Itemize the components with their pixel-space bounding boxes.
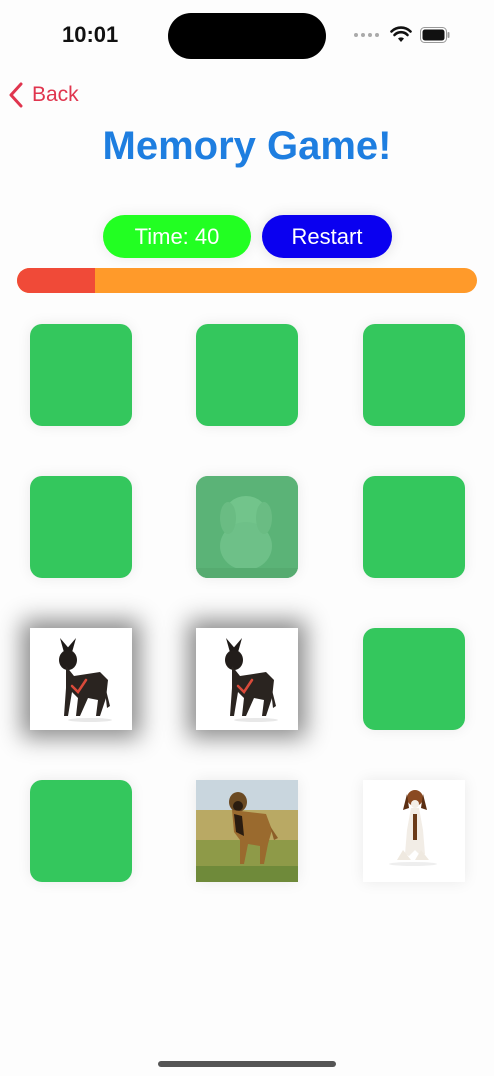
memory-card[interactable] xyxy=(196,476,298,578)
memory-card[interactable] xyxy=(196,780,298,882)
memory-card[interactable] xyxy=(196,628,298,730)
controls-bar: Time: 40 Restart xyxy=(0,215,494,259)
memory-card[interactable] xyxy=(363,476,465,578)
status-icons xyxy=(354,25,456,47)
back-label: Back xyxy=(32,83,79,106)
page-title: Memory Game! xyxy=(102,124,392,168)
wifi-icon xyxy=(390,26,412,42)
brown-dog-field-image xyxy=(196,780,298,882)
back-button[interactable]: Back xyxy=(8,80,79,110)
memory-card[interactable] xyxy=(30,324,132,426)
memory-card[interactable] xyxy=(363,780,465,882)
memory-card[interactable] xyxy=(30,628,132,730)
battery-icon xyxy=(420,27,450,43)
chevron-left-icon xyxy=(9,82,23,108)
memory-card[interactable] xyxy=(363,324,465,426)
memory-card[interactable] xyxy=(30,780,132,882)
status-time: 10:01 xyxy=(62,22,119,47)
time-progress-bar xyxy=(17,268,477,293)
foxhound-image xyxy=(363,780,465,882)
dynamic-island xyxy=(168,13,326,59)
memory-card[interactable] xyxy=(363,628,465,730)
cellular-signal-icon xyxy=(354,33,379,37)
dark-shepherd-image xyxy=(30,628,132,730)
restart-button[interactable]: Restart xyxy=(262,215,392,258)
timer-badge: Time: 40 xyxy=(103,215,251,258)
memory-card[interactable] xyxy=(30,476,132,578)
memory-card[interactable] xyxy=(196,324,298,426)
home-indicator[interactable] xyxy=(158,1061,336,1067)
time-progress-fill xyxy=(17,268,96,293)
fluffy-white-dog-image xyxy=(196,476,298,578)
dark-shepherd-image xyxy=(196,628,298,730)
